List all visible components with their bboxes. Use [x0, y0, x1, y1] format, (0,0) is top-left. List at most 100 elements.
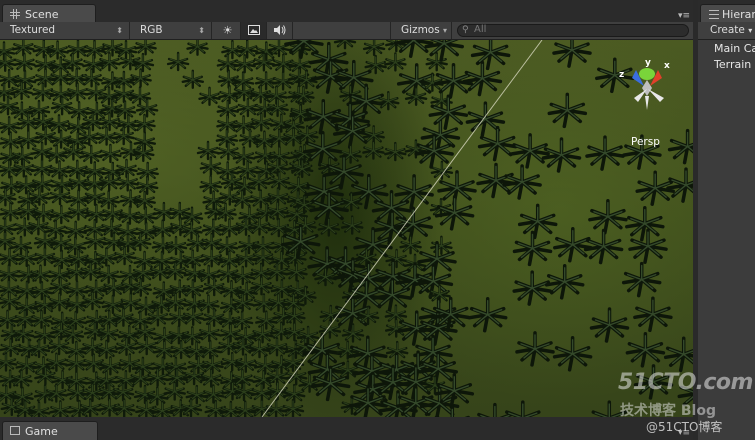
- palm-tree: [166, 51, 190, 72]
- palm-tree: [255, 310, 278, 330]
- panel-menu-icon[interactable]: ▾≡: [678, 12, 690, 21]
- scene-viewport[interactable]: y x z Persp: [0, 40, 693, 417]
- palm-tree: [200, 248, 223, 268]
- palm-tree: [98, 397, 121, 417]
- palm-tree: [231, 189, 254, 209]
- scene-audio-toggle[interactable]: [267, 22, 293, 39]
- palm-tree: [199, 156, 223, 176]
- palm-tree: [111, 382, 135, 402]
- search-placeholder: All: [474, 24, 487, 35]
- palm-tree: [15, 296, 38, 317]
- palm-tree: [66, 40, 90, 59]
- palm-tree: [67, 100, 91, 121]
- tab-scene[interactable]: Scene: [2, 4, 96, 23]
- palm-tree: [628, 228, 668, 264]
- palm-tree: [216, 161, 239, 181]
- scene-overlay-toggle[interactable]: [241, 22, 267, 39]
- hierarchy-item-main-camera[interactable]: Main Camera: [714, 42, 755, 55]
- game-view-icon: [10, 426, 20, 435]
- watermark-logo: 51CTO.com: [618, 370, 753, 395]
- palm-tree: [621, 261, 662, 298]
- palm-tree: [31, 82, 55, 102]
- palm-tree: [544, 264, 585, 300]
- palm-tree: [265, 262, 289, 282]
- sun-icon: ☀: [222, 24, 233, 37]
- palm-tree: [372, 277, 413, 313]
- palm-tree: [152, 201, 176, 222]
- chevron-down-icon: ▾: [748, 26, 753, 35]
- palm-tree: [236, 160, 259, 180]
- palm-tree: [45, 352, 68, 372]
- palm-tree: [281, 398, 305, 417]
- palm-tree: [667, 128, 693, 165]
- tab-game-label: Game: [25, 425, 58, 438]
- palm-tree: [117, 113, 140, 134]
- palm-tree: [146, 367, 169, 387]
- palm-tree: [404, 86, 428, 107]
- palm-tree: [49, 400, 72, 417]
- palm-tree: [264, 399, 288, 417]
- draw-mode-dropdown[interactable]: Textured ⬍: [0, 22, 130, 39]
- palm-tree: [285, 262, 308, 282]
- tab-scene-label: Scene: [25, 8, 59, 21]
- palm-tree: [362, 40, 386, 57]
- palm-tree: [199, 174, 222, 195]
- palm-tree: [233, 54, 256, 74]
- palm-tree: [585, 135, 625, 171]
- palm-tree: [0, 68, 21, 89]
- render-mode-dropdown[interactable]: RGB ⬍: [130, 22, 212, 39]
- palm-tree: [196, 140, 220, 161]
- palm-tree: [0, 202, 22, 222]
- projection-label[interactable]: Persp: [631, 136, 660, 148]
- palm-tree: [633, 296, 673, 333]
- palm-tree: [48, 160, 71, 180]
- palm-tree: [66, 159, 89, 180]
- palm-tree: [80, 68, 103, 88]
- tab-game[interactable]: Game: [2, 421, 98, 440]
- palm-tree: [151, 400, 174, 417]
- palm-tree: [133, 131, 157, 151]
- palm-tree: [181, 279, 205, 299]
- palm-tree: [547, 92, 588, 129]
- palm-tree: [0, 217, 17, 238]
- palm-tree: [67, 172, 91, 192]
- palm-tree: [133, 113, 156, 134]
- palm-tree: [216, 53, 240, 73]
- scene-lighting-toggle[interactable]: ☀: [215, 22, 241, 39]
- palm-tree: [95, 126, 118, 146]
- palm-tree: [588, 198, 628, 235]
- palm-tree: [201, 354, 224, 375]
- gizmos-dropdown[interactable]: Gizmos ▾: [390, 22, 452, 39]
- scene-search-input[interactable]: ⚲ All: [457, 24, 689, 37]
- palm-tree: [625, 205, 665, 242]
- palm-tree: [64, 220, 87, 241]
- palm-tree: [510, 133, 550, 169]
- palm-tree: [135, 175, 159, 196]
- palm-tree: [552, 40, 592, 68]
- gizmo-negative-axis: [645, 96, 649, 110]
- gizmo-x-label: x: [664, 61, 670, 71]
- tab-hierarchy[interactable]: Hierarchy: [700, 4, 755, 23]
- palm-tree: [219, 400, 243, 417]
- gizmo-y-axis[interactable]: [639, 68, 655, 80]
- palm-tree: [333, 40, 357, 50]
- gizmo-negative-axis: [648, 89, 664, 102]
- palm-tree: [267, 40, 291, 58]
- palm-tree: [552, 336, 593, 372]
- create-dropdown[interactable]: Create ▾: [710, 24, 752, 36]
- palm-tree: [512, 270, 552, 306]
- palm-tree: [268, 145, 291, 166]
- palm-tree: [477, 125, 518, 162]
- hierarchy-item-terrain[interactable]: Terrain: [714, 58, 751, 71]
- palm-tree: [437, 170, 477, 206]
- scene-orientation-gizmo[interactable]: y x z: [612, 56, 678, 120]
- palm-tree: [113, 245, 136, 266]
- palm-tree: [515, 331, 555, 367]
- palm-tree: [663, 336, 693, 373]
- palm-tree: [13, 69, 37, 90]
- palm-tree: [467, 296, 508, 333]
- scene-tab-strip: [0, 0, 696, 22]
- palm-tree: [0, 352, 18, 372]
- terrain-trees: [0, 40, 693, 417]
- palm-tree: [232, 146, 256, 166]
